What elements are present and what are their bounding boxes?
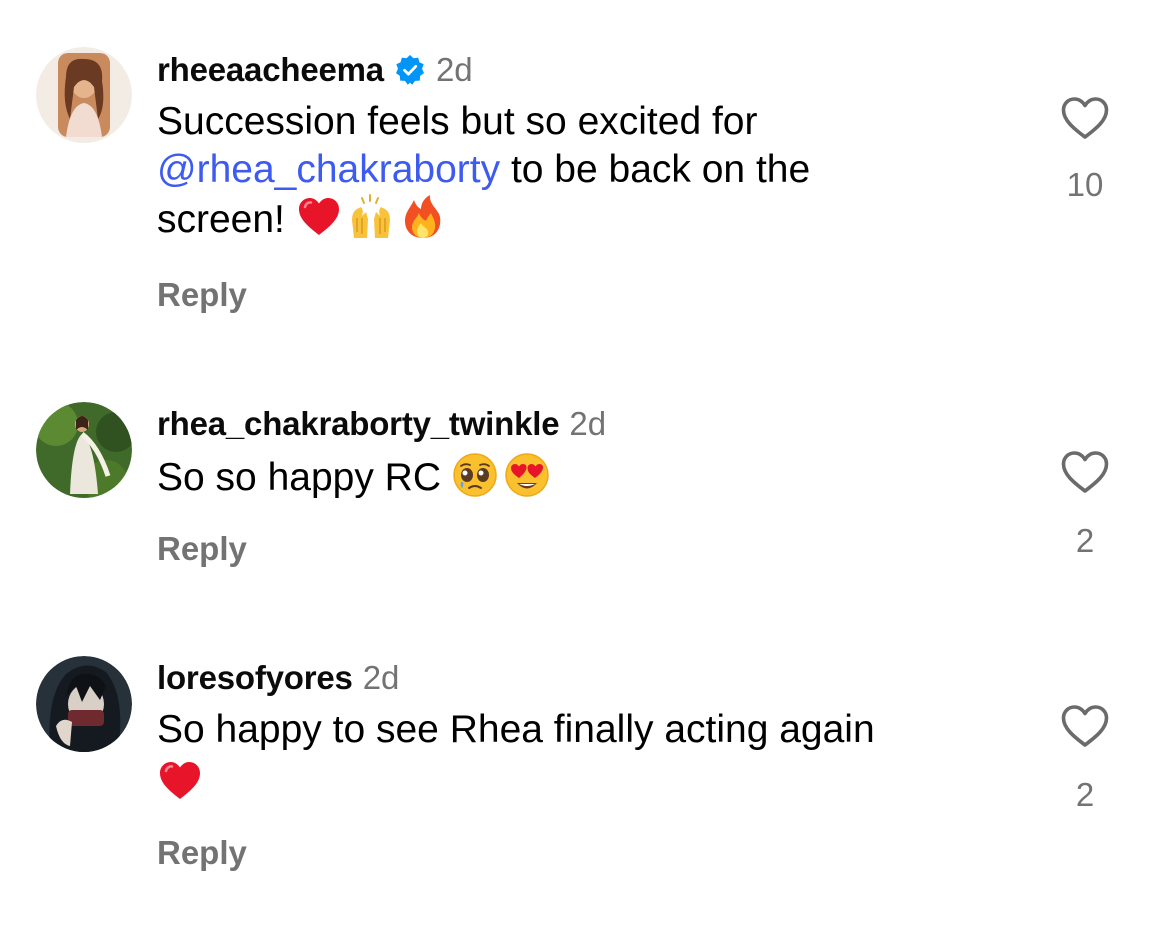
username[interactable]: rheeaacheema: [157, 51, 384, 89]
red-heart-emoji: [157, 758, 203, 804]
heart-icon[interactable]: [1050, 450, 1120, 494]
avatar[interactable]: [36, 656, 132, 752]
timestamp: 2d: [435, 51, 473, 88]
timestamp: 2d: [362, 659, 400, 696]
raised-hands-emoji: [348, 194, 394, 240]
heart-icon[interactable]: [1050, 96, 1120, 140]
verified-badge-icon: [394, 54, 426, 86]
mention-link[interactable]: @rhea_chakraborty: [157, 148, 500, 191]
like-count: 2: [1075, 522, 1095, 559]
red-heart-emoji: [296, 194, 342, 240]
comment-text: Succession feels but so excited for @rhe…: [157, 100, 811, 241]
username[interactable]: rhea_chakraborty_twinkle: [157, 405, 560, 443]
comment-item: rheeaacheema 2d Succession feels but so …: [0, 0, 1170, 340]
like-count: 2: [1075, 776, 1095, 813]
pleading-face-emoji: [452, 452, 498, 498]
comment-text: So so happy RC: [157, 452, 1017, 502]
username[interactable]: loresofyores: [157, 659, 353, 697]
reply-button[interactable]: Reply: [157, 276, 247, 314]
avatar[interactable]: [36, 47, 132, 143]
heart-eyes-emoji: [504, 452, 550, 498]
timestamp: 2d: [569, 405, 607, 442]
like-group: 2: [1050, 704, 1120, 814]
comment-text: So happy to see Rhea finally acting agai…: [157, 706, 1017, 808]
like-group: 2: [1050, 450, 1120, 560]
like-count: 10: [1066, 166, 1104, 203]
reply-button[interactable]: Reply: [157, 834, 247, 872]
comment-item: loresofyores 2d So happy to see Rhea fin…: [0, 600, 1170, 938]
heart-icon[interactable]: [1050, 704, 1120, 748]
reply-button[interactable]: Reply: [157, 530, 247, 568]
fire-emoji: [400, 194, 446, 240]
like-group: 10: [1050, 96, 1120, 204]
comment-item: rhea_chakraborty_twinkle 2d So so happy …: [0, 340, 1170, 600]
avatar[interactable]: [36, 402, 132, 498]
